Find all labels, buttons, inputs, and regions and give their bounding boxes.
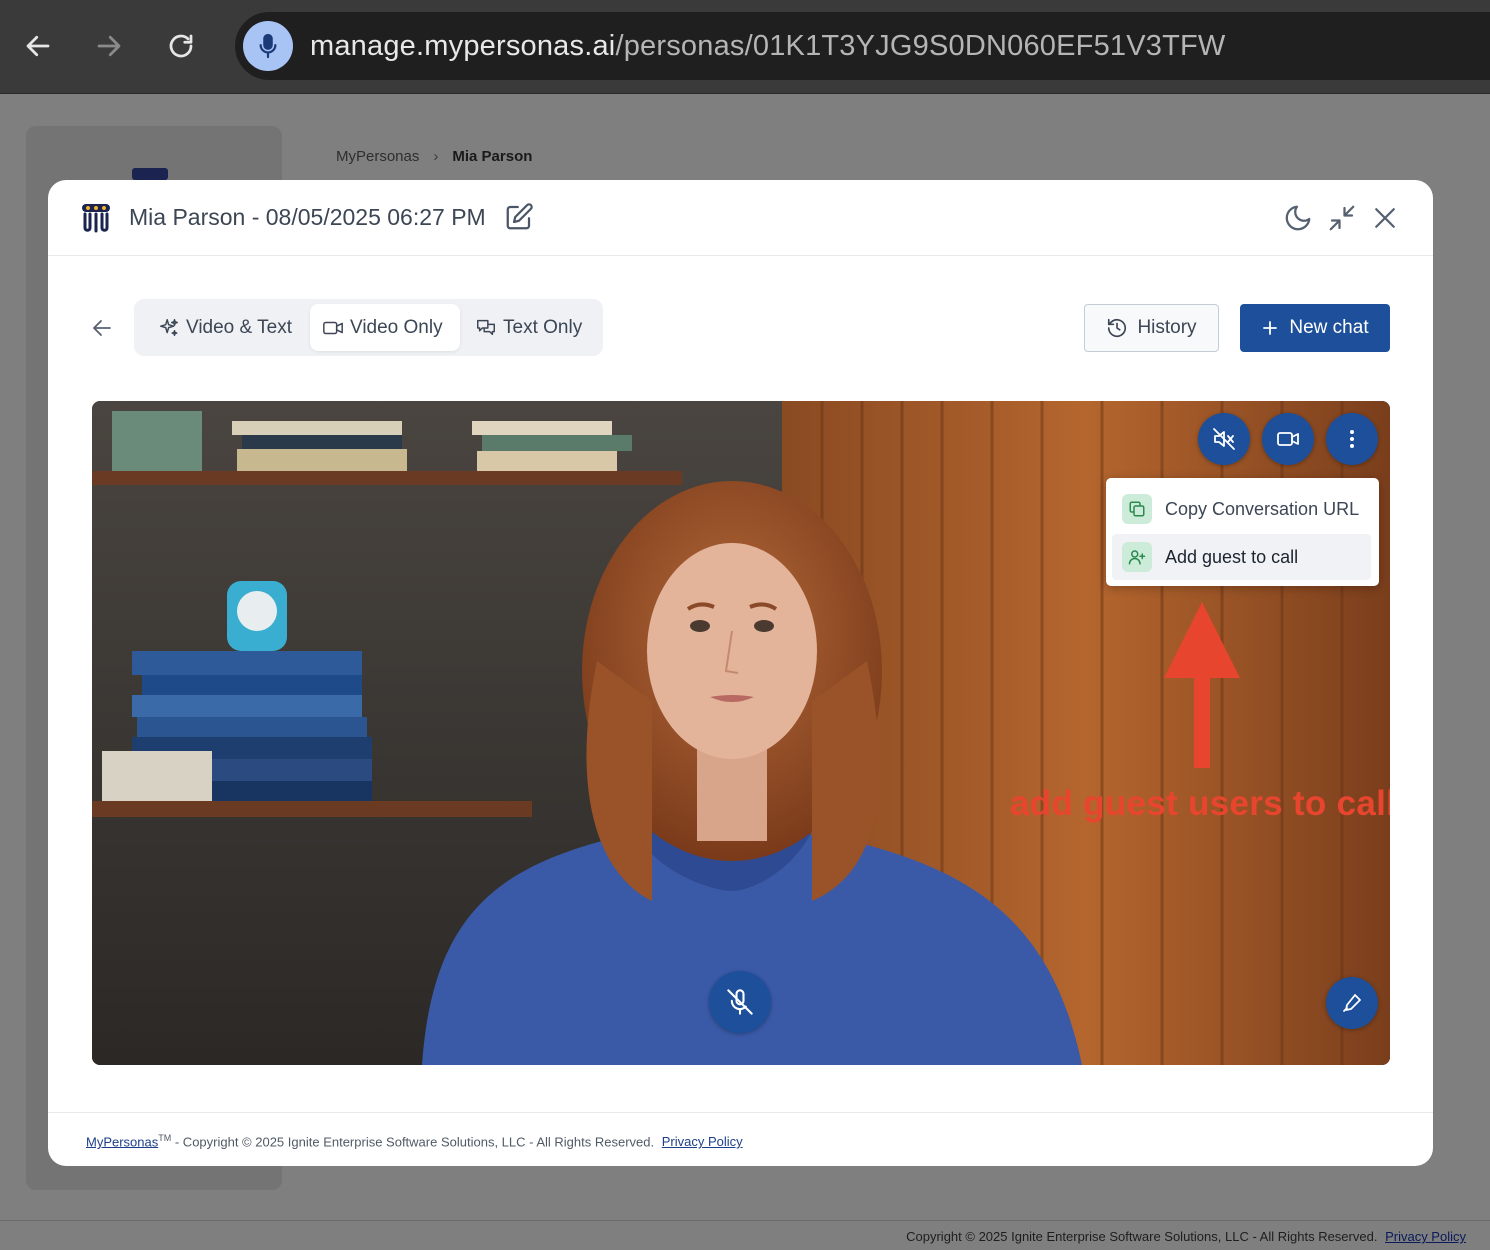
annotation-label: add guest users to call [1010, 784, 1390, 823]
history-button[interactable]: History [1084, 304, 1219, 352]
microphone-icon[interactable] [243, 21, 293, 71]
pen-icon [1343, 994, 1361, 1012]
microphone-off-icon [727, 989, 753, 1015]
video-player: Copy Conversation URL Add guest to call … [92, 401, 1390, 1065]
new-chat-label: New chat [1289, 317, 1369, 338]
background-privacy-link[interactable]: Privacy Policy [1385, 1229, 1466, 1244]
more-vertical-icon [1350, 430, 1354, 448]
footer-copyright: MyPersonasTM - Copyright © 2025 Ignite E… [86, 1133, 743, 1149]
tab-label: Text Only [503, 316, 583, 338]
url-path: /personas/01K1T3YJG9S0DN060EF51V3TFW [615, 29, 1226, 62]
background-divider [0, 1220, 1490, 1221]
modal-title: Mia Parson - 08/05/2025 06:27 PM [129, 204, 486, 230]
mute-audio-button[interactable] [1198, 413, 1250, 465]
camera-button[interactable] [1262, 413, 1314, 465]
volume-off-icon [1213, 428, 1235, 450]
chat-modal: Mia Parson - 08/05/2025 06:27 PM Video &… [48, 180, 1433, 1166]
sparkles-icon [160, 318, 178, 336]
reload-icon[interactable] [159, 24, 203, 68]
tab-label: Video Only [350, 316, 443, 338]
menu-item-label: Copy Conversation URL [1165, 498, 1360, 519]
background-footer: Copyright © 2025 Ignite Enterprise Softw… [906, 1229, 1466, 1244]
url-host: manage.mypersonas.ai [310, 29, 616, 62]
moon-icon[interactable] [1283, 203, 1313, 233]
url-text: manage.mypersonas.ai/personas/01K1T3YJG9… [310, 30, 1226, 63]
chevron-right-icon: › [433, 148, 439, 165]
plus-icon [1263, 321, 1278, 335]
back-icon[interactable] [16, 24, 60, 68]
copy-icon [1122, 494, 1152, 524]
forward-icon[interactable] [87, 24, 131, 68]
back-arrow-icon[interactable] [90, 316, 114, 340]
annotation-arrow-icon [1164, 602, 1240, 768]
user-plus-icon [1122, 542, 1152, 572]
footer-brand-link[interactable]: MyPersonas [86, 1134, 158, 1149]
privacy-policy-link[interactable]: Privacy Policy [662, 1134, 743, 1149]
tab-video-only[interactable]: Video Only [310, 304, 460, 351]
edit-icon[interactable] [504, 202, 534, 232]
browser-toolbar: manage.mypersonas.ai/personas/01K1T3YJG9… [0, 0, 1490, 94]
microphone-toggle-button[interactable] [709, 971, 771, 1033]
annotate-button[interactable] [1326, 977, 1378, 1029]
options-menu: Copy Conversation URL Add guest to call [1106, 478, 1379, 586]
new-chat-button[interactable]: New chat [1240, 304, 1390, 352]
minimize-icon[interactable] [1327, 203, 1357, 233]
breadcrumb-current: Mia Parson [452, 148, 533, 165]
chat-bubbles-icon [477, 319, 495, 335]
tab-label: Video & Text [186, 316, 292, 338]
background-footer-text: Copyright © 2025 Ignite Enterprise Softw… [906, 1229, 1378, 1244]
menu-item-label: Add guest to call [1165, 546, 1299, 567]
copy-conversation-url-item[interactable]: Copy Conversation URL [1112, 486, 1371, 532]
video-camera-icon [1277, 432, 1299, 446]
address-bar[interactable]: manage.mypersonas.ai/personas/01K1T3YJG9… [235, 12, 1490, 80]
add-guest-item[interactable]: Add guest to call [1112, 534, 1371, 580]
video-camera-icon [323, 321, 343, 334]
footer-text: - Copyright © 2025 Ignite Enterprise Sof… [171, 1134, 655, 1150]
history-label: History [1137, 317, 1197, 338]
modal-footer: MyPersonasTM - Copyright © 2025 Ignite E… [48, 1112, 1433, 1166]
more-options-button[interactable] [1326, 413, 1378, 465]
breadcrumb-root[interactable]: MyPersonas [336, 148, 419, 165]
tab-text-only[interactable]: Text Only [463, 304, 594, 351]
mypersonas-logo-icon [82, 204, 110, 233]
history-icon [1108, 318, 1127, 338]
trademark-mark: TM [158, 1133, 172, 1143]
background-logo [132, 168, 168, 180]
mode-tabs: Video & Text Video Only Text Only [134, 299, 603, 356]
close-icon[interactable] [1370, 203, 1400, 233]
tab-video-text[interactable]: Video & Text [146, 304, 304, 351]
modal-header: Mia Parson - 08/05/2025 06:27 PM [48, 180, 1433, 256]
breadcrumb: MyPersonas › Mia Parson [336, 148, 532, 165]
